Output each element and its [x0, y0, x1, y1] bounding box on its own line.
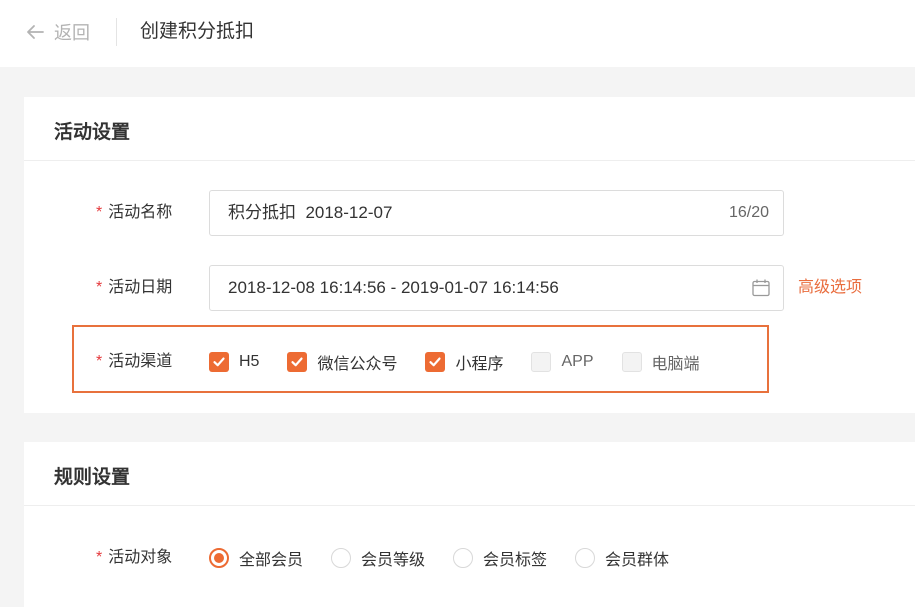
channel-option-label: 小程序	[455, 356, 504, 373]
check-icon	[291, 357, 304, 367]
target-option-member-group[interactable]: 会员群体	[575, 546, 669, 570]
activity-settings-card: 活动设置 * 活动名称 积分抵扣 2018-12-07 16/20 * 活动日期 2…	[24, 97, 915, 413]
activity-date-row: * 活动日期 2018-12-08 16:14:56 - 2019-01-07 1…	[24, 265, 915, 311]
calendar-icon[interactable]	[751, 278, 771, 298]
rule-settings-title: 规则设置	[54, 467, 131, 488]
channel-option-wechat[interactable]: 微信公众号	[287, 350, 397, 374]
checkbox-unchecked[interactable]	[621, 352, 642, 372]
arrow-left-icon	[27, 25, 44, 39]
channel-option-label: APP	[561, 353, 594, 370]
channel-option-app[interactable]: APP	[531, 352, 594, 372]
top-bar: 返回 创建积分抵扣	[0, 0, 915, 67]
checkbox-checked[interactable]	[425, 352, 446, 372]
activity-target-label-text: 活动对象	[108, 549, 173, 566]
page-title: 创建积分抵扣	[140, 21, 255, 42]
activity-name-row: * 活动名称 积分抵扣 2018-12-07 16/20	[24, 190, 915, 236]
activity-name-value: 积分抵扣 2018-12-07	[228, 203, 393, 222]
channel-option-label: H5	[239, 353, 260, 370]
activity-channels-row: * 活动渠道 H5 微信公众号 小程序 APP 电脑端	[24, 339, 915, 385]
target-option-all-members[interactable]: 全部会员	[209, 546, 303, 570]
activity-name-label: * 活动名称	[96, 190, 184, 236]
target-options: 全部会员 会员等级 会员标签 会员群体	[209, 535, 697, 581]
activity-target-row: * 活动对象 全部会员 会员等级 会员标签 会员群体	[24, 535, 915, 581]
radio-unselected[interactable]	[453, 548, 474, 568]
target-option-label: 会员等级	[361, 552, 426, 569]
checkbox-checked[interactable]	[209, 352, 229, 372]
activity-date-range-input[interactable]: 2018-12-08 16:14:56 - 2019-01-07 16:14:5…	[209, 265, 784, 311]
required-mark: *	[96, 549, 103, 566]
radio-selected[interactable]	[209, 548, 229, 568]
check-icon	[213, 357, 225, 367]
activity-settings-header: 活动设置	[24, 97, 915, 161]
activity-channels-label: * 活动渠道	[96, 339, 184, 385]
advanced-options-link[interactable]: 高级选项	[798, 265, 862, 311]
channel-option-label: 电脑端	[651, 356, 700, 373]
checkbox-checked[interactable]	[287, 352, 308, 372]
checkbox-unchecked[interactable]	[531, 352, 552, 372]
channel-options: H5 微信公众号 小程序 APP 电脑端	[209, 339, 728, 385]
target-option-label: 会员群体	[605, 552, 670, 569]
target-option-label: 会员标签	[483, 552, 548, 569]
header-divider	[116, 18, 117, 46]
target-option-member-tag[interactable]: 会员标签	[453, 546, 547, 570]
activity-target-label: * 活动对象	[96, 535, 184, 581]
char-counter: 16/20	[728, 204, 769, 221]
radio-unselected[interactable]	[575, 548, 596, 568]
rule-settings-header: 规则设置	[24, 442, 915, 506]
target-option-member-level[interactable]: 会员等级	[331, 546, 425, 570]
activity-channels-label-text: 活动渠道	[108, 353, 173, 370]
rule-settings-card: 规则设置 * 活动对象 全部会员 会员等级 会员标签 会员群体	[24, 442, 915, 607]
activity-date-label-text: 活动日期	[108, 279, 173, 296]
target-option-label: 全部会员	[239, 552, 304, 569]
required-mark: *	[96, 204, 103, 221]
radio-unselected[interactable]	[331, 548, 352, 568]
back-label: 返回	[54, 23, 90, 43]
activity-name-input[interactable]: 积分抵扣 2018-12-07 16/20	[209, 190, 784, 236]
check-icon	[429, 357, 442, 367]
required-mark: *	[96, 279, 103, 296]
required-mark: *	[96, 353, 103, 370]
channel-option-label: 微信公众号	[317, 356, 398, 373]
activity-name-label-text: 活动名称	[108, 204, 173, 221]
activity-settings-title: 活动设置	[54, 122, 131, 143]
activity-date-label: * 活动日期	[96, 265, 184, 311]
channel-option-pc[interactable]: 电脑端	[621, 350, 700, 374]
activity-date-value: 2018-12-08 16:14:56 - 2019-01-07 16:14:5…	[228, 278, 559, 297]
back-button[interactable]: 返回	[26, 20, 90, 44]
channel-option-h5[interactable]: H5	[209, 352, 259, 372]
channel-option-mini-program[interactable]: 小程序	[425, 350, 503, 374]
